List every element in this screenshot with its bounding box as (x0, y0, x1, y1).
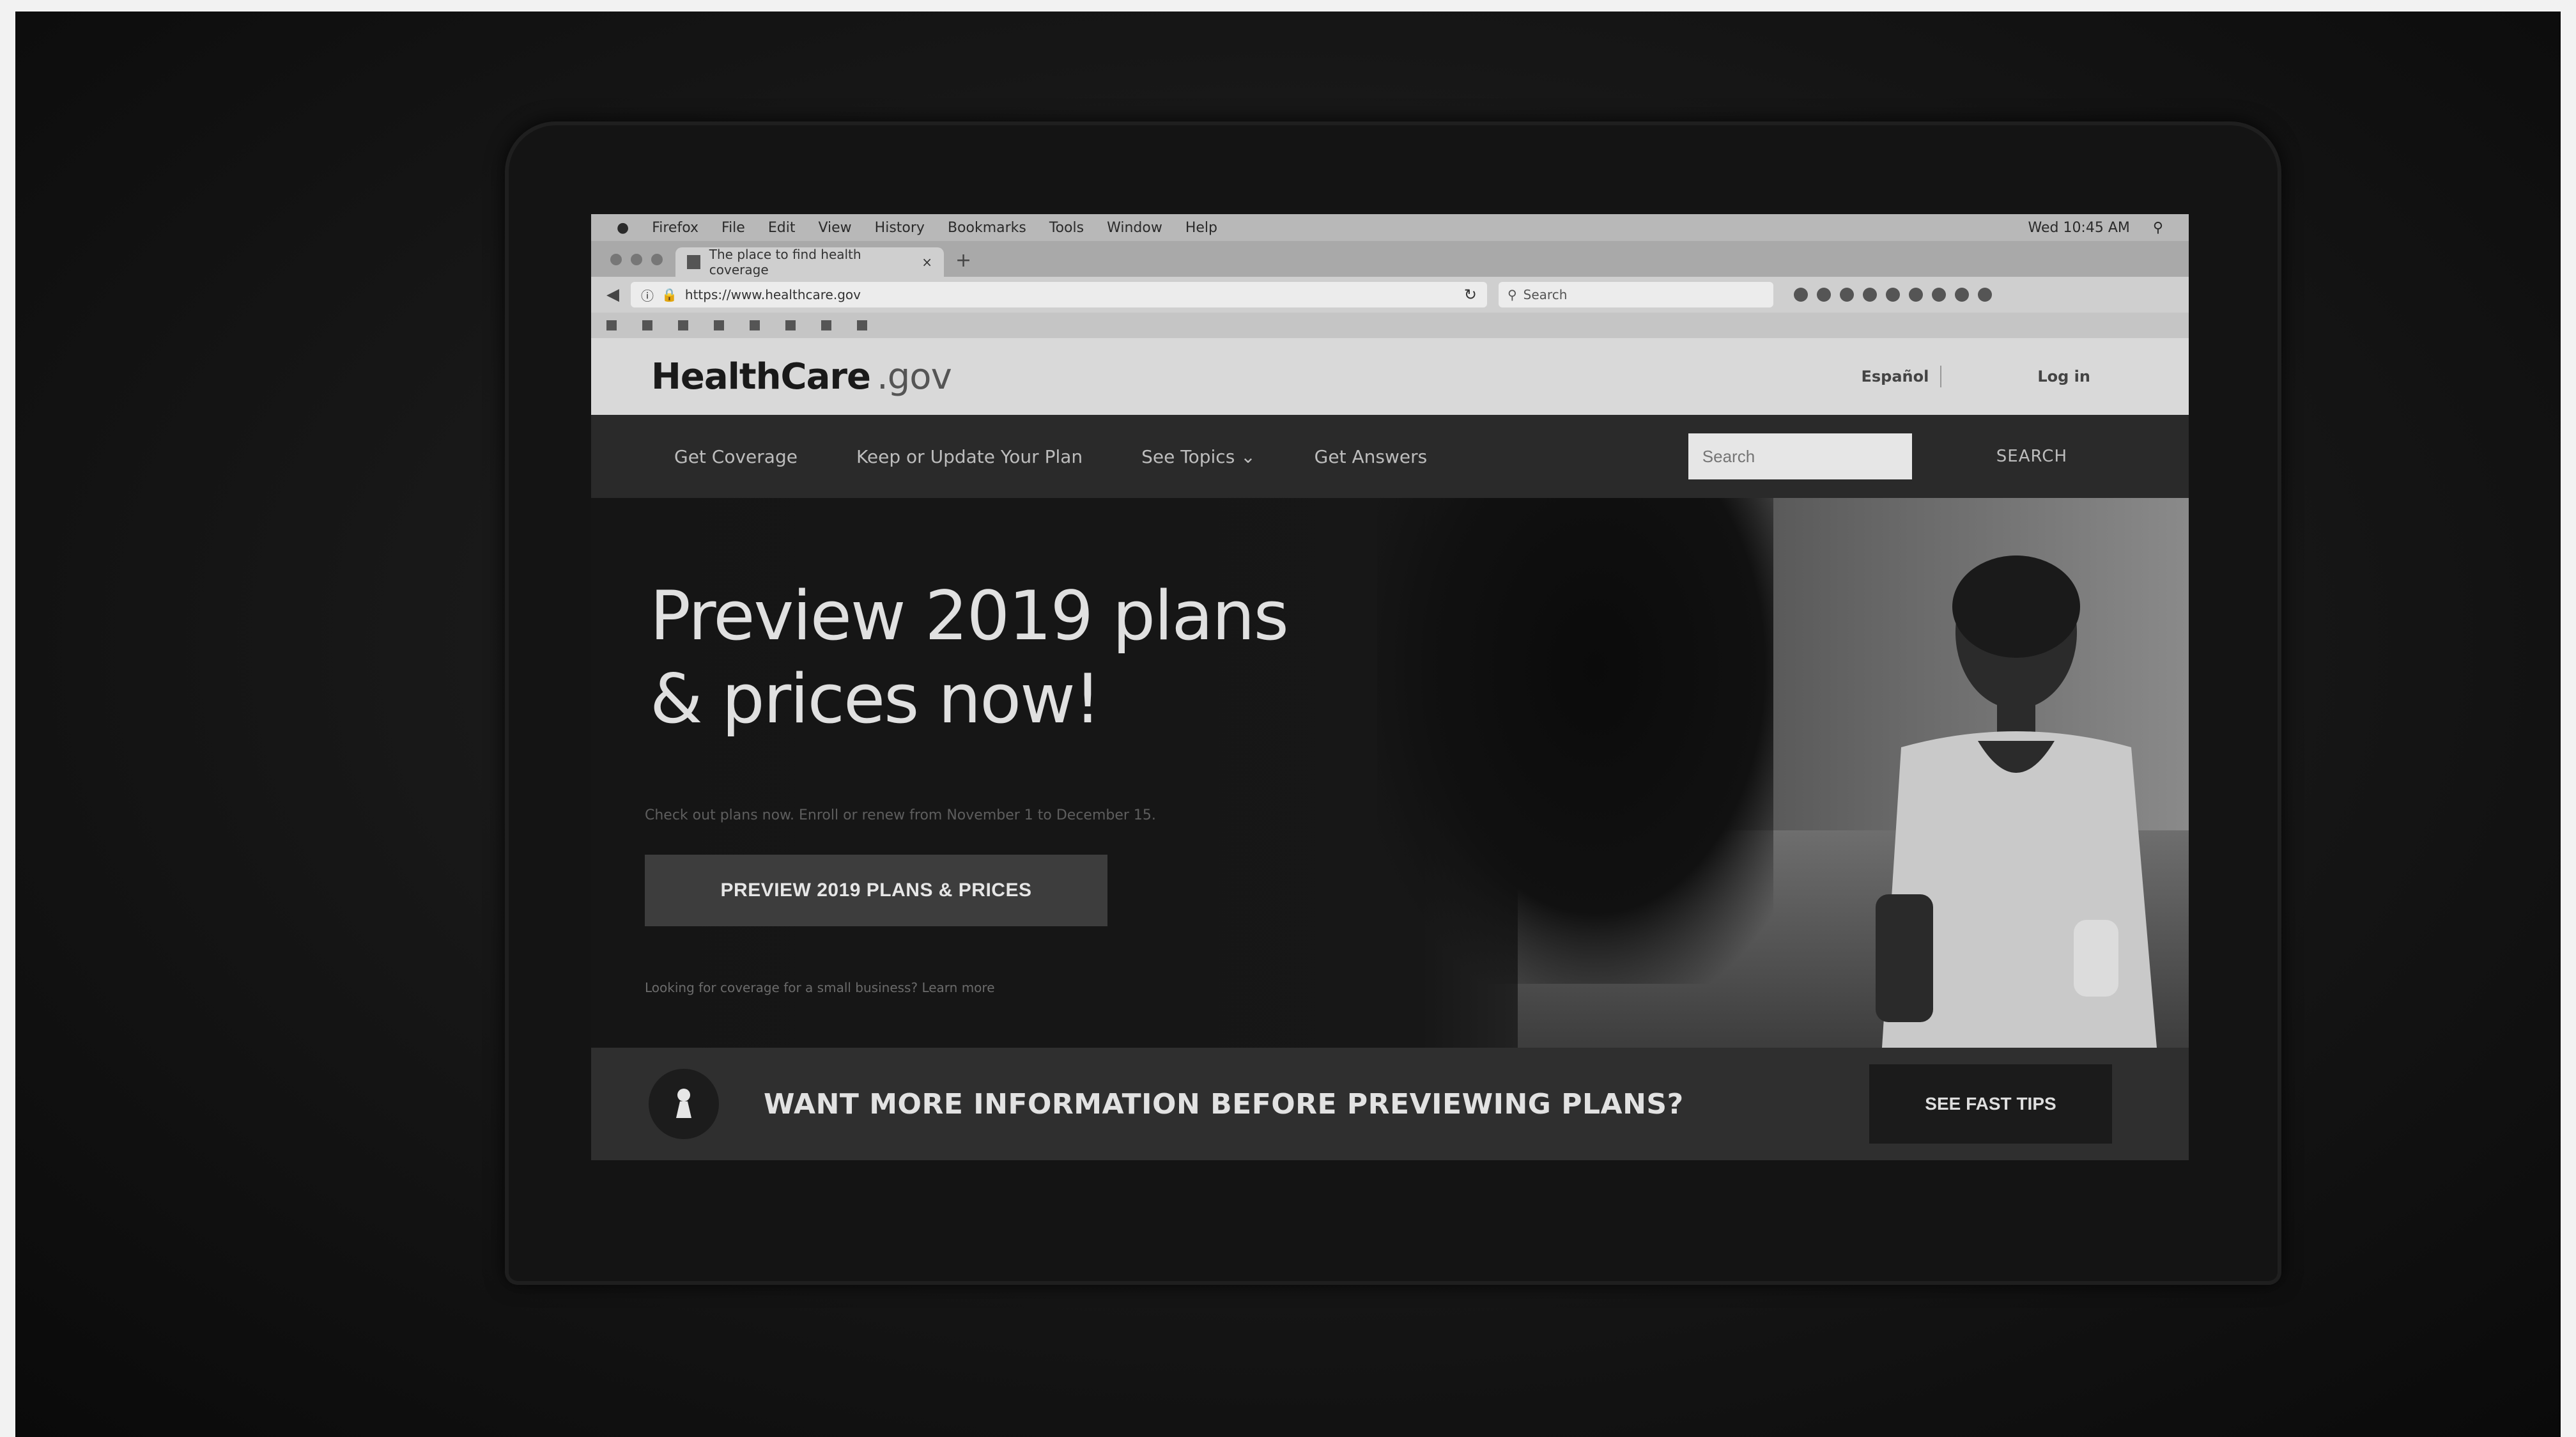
tab-title: The place to find health coverage (709, 247, 861, 277)
macos-menu-bar: ● Firefox File Edit View History Bookmar… (591, 214, 2189, 241)
logo-suffix: .gov (876, 355, 952, 398)
new-tab-button[interactable]: + (944, 249, 983, 277)
bookmark-item[interactable] (606, 320, 617, 330)
bookmark-item[interactable] (714, 320, 724, 330)
bookmark-item[interactable] (678, 320, 688, 330)
small-business-link[interactable]: Looking for coverage for a small busines… (645, 980, 995, 995)
search-icon: ⚲ (1508, 287, 1517, 302)
menu-item-view[interactable]: View (818, 220, 851, 236)
site-search-input[interactable] (1688, 433, 1912, 479)
lock-icon: 🔒 (661, 287, 677, 302)
bookmark-item[interactable] (785, 320, 796, 330)
nav-get-answers[interactable]: Get Answers (1315, 446, 1428, 467)
bookmark-item[interactable] (750, 320, 760, 330)
hero-banner: Preview 2019 plans & prices now! Check o… (591, 498, 2189, 1048)
bookmarks-bar (591, 313, 2189, 338)
zoom-window-button[interactable] (651, 254, 663, 265)
reload-icon[interactable]: ↻ (1464, 286, 1477, 304)
bookmark-item[interactable] (642, 320, 652, 330)
screen-bottom-edge (591, 1160, 2189, 1179)
hero-subtitle: Check out plans now. Enroll or renew fro… (645, 807, 1156, 823)
info-bar: WANT MORE INFORMATION BEFORE PREVIEWING … (591, 1048, 2189, 1160)
extension-icon-3[interactable] (1955, 288, 1969, 302)
person-icon-glyph (676, 1089, 691, 1118)
spotlight-search-icon[interactable]: ⚲ (2153, 220, 2163, 236)
site-header: HealthCare .gov Español Log in (591, 338, 2189, 415)
menu-item-window[interactable]: Window (1107, 220, 1162, 236)
bookmark-item[interactable] (821, 320, 831, 330)
healthcare-gov-logo[interactable]: HealthCare .gov (651, 356, 952, 398)
person-icon (649, 1069, 719, 1139)
download-icon[interactable] (1840, 288, 1854, 302)
pocket-icon[interactable] (1886, 288, 1900, 302)
nav-get-coverage[interactable]: Get Coverage (674, 446, 798, 467)
browser-toolbar: ◀ ⓘ 🔒 https://www.healthcare.gov ↻ ⚲ Sea… (591, 277, 2189, 313)
language-link[interactable]: Español (1862, 368, 1929, 385)
extension-icon-2[interactable] (1932, 288, 1946, 302)
bookmark-star-icon[interactable] (1794, 288, 1808, 302)
nav-see-topics[interactable]: See Topics ⌄ (1141, 446, 1256, 467)
bookmark-icon (714, 320, 724, 330)
bookmark-icon (821, 320, 831, 330)
reading-list-icon[interactable] (1817, 288, 1831, 302)
minimize-window-button[interactable] (631, 254, 642, 265)
bookmark-icon (642, 320, 652, 330)
laptop-screen: ● Firefox File Edit View History Bookmar… (591, 214, 2189, 1179)
bookmark-icon (857, 320, 867, 330)
bookmark-icon (678, 320, 688, 330)
header-divider (1940, 366, 1942, 387)
bookmark-icon (606, 320, 617, 330)
extension-icon[interactable] (1909, 288, 1923, 302)
back-icon[interactable]: ◀ (606, 285, 619, 304)
menu-item-file[interactable]: File (721, 220, 745, 236)
browser-search-placeholder: Search (1523, 287, 1568, 302)
close-window-button[interactable] (610, 254, 622, 265)
hero-photo-person (1876, 555, 2157, 1048)
nav-keep-or-update-plan[interactable]: Keep or Update Your Plan (856, 446, 1083, 467)
browser-tab-healthcare[interactable]: The place to find health coverage × (675, 247, 944, 277)
tab-close-icon[interactable]: × (922, 254, 932, 270)
hero-title-line-1: Preview 2019 plans (650, 577, 1289, 655)
nav-see-topics-label: See Topics (1141, 446, 1235, 467)
preview-plans-button[interactable]: PREVIEW 2019 PLANS & PRICES (645, 855, 1107, 926)
browser-search-bar[interactable]: ⚲ Search (1499, 282, 1773, 307)
menu-item-tools[interactable]: Tools (1049, 220, 1084, 236)
site-search-button[interactable]: SEARCH (1996, 447, 2067, 466)
site-navigation: Get Coverage Keep or Update Your Plan Se… (591, 415, 2189, 498)
hero-title-line-2: & prices now! (650, 660, 1101, 738)
menu-item-help[interactable]: Help (1185, 220, 1217, 236)
menu-icon[interactable] (1978, 288, 1992, 302)
home-icon[interactable] (1863, 288, 1877, 302)
url-bar[interactable]: ⓘ 🔒 https://www.healthcare.gov ↻ (631, 282, 1487, 307)
hero-photo-tree (1377, 498, 1773, 984)
window-controls (604, 254, 675, 277)
menubar-clock[interactable]: Wed 10:45 AM (2028, 220, 2129, 236)
login-link[interactable]: Log in (2037, 368, 2090, 385)
bookmark-icon (785, 320, 796, 330)
tab-favicon (687, 255, 700, 269)
hero-title: Preview 2019 plans & prices now! (650, 575, 1353, 741)
menu-item-edit[interactable]: Edit (768, 220, 796, 236)
extension-icons (1794, 288, 1992, 302)
see-fast-tips-button[interactable]: SEE FAST TIPS (1869, 1064, 2112, 1144)
url-text[interactable]: https://www.healthcare.gov (685, 287, 861, 302)
chevron-down-icon: ⌄ (1240, 446, 1256, 467)
bookmark-icon (750, 320, 760, 330)
browser-tab-strip: The place to find health coverage × + (591, 241, 2189, 277)
menu-item-history[interactable]: History (875, 220, 925, 236)
logo-main: HealthCare (651, 355, 871, 398)
info-bar-text: WANT MORE INFORMATION BEFORE PREVIEWING … (764, 1087, 1684, 1121)
bookmark-item[interactable] (857, 320, 867, 330)
apple-icon[interactable]: ● (617, 220, 629, 236)
menu-item-firefox[interactable]: Firefox (652, 220, 698, 236)
menu-item-bookmarks[interactable]: Bookmarks (948, 220, 1026, 236)
info-circle-icon[interactable]: ⓘ (641, 286, 654, 304)
